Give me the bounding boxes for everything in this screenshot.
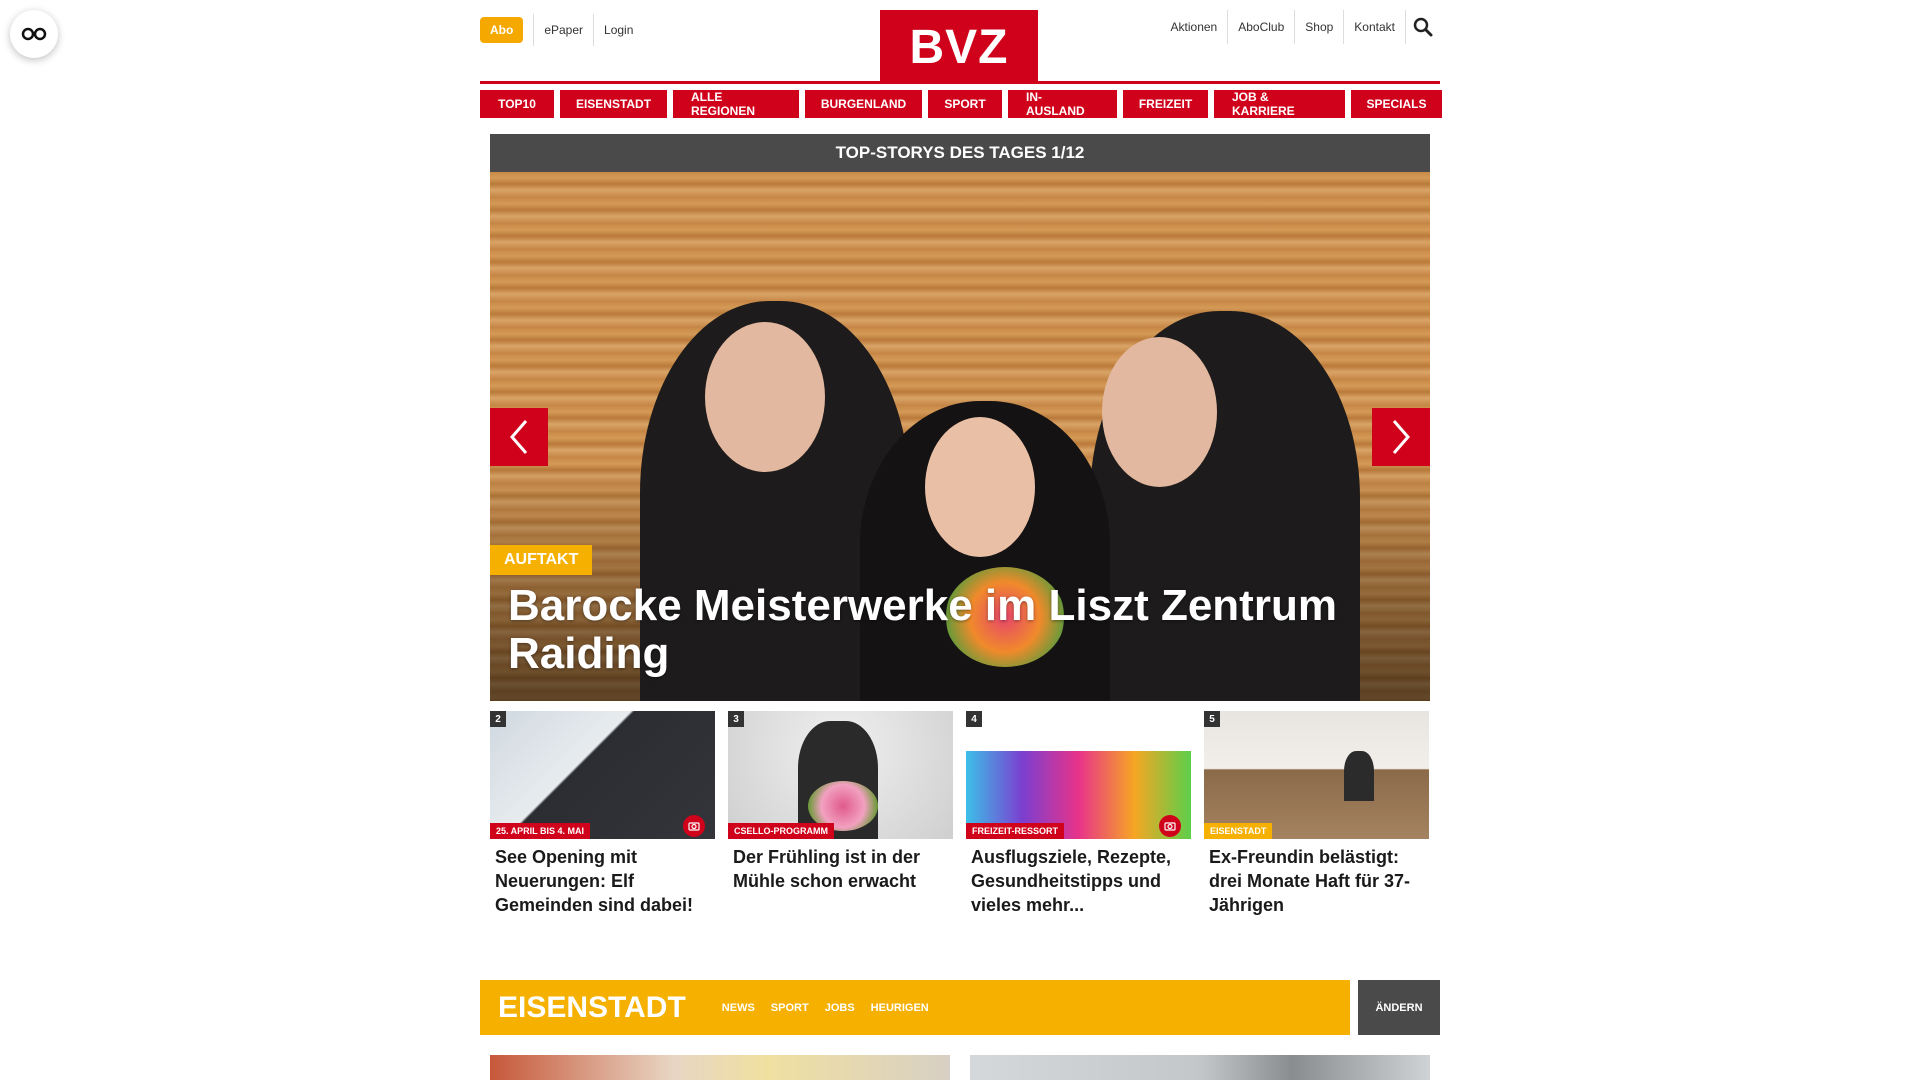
person-silhouette [1344, 751, 1374, 801]
shop-link[interactable]: Shop [1295, 10, 1345, 44]
page-container: Abo ePaper Login BVZ Aktionen AboClub Sh… [480, 0, 1442, 1080]
teaser-card[interactable]: 2 25. APRIL BIS 4. MAI See Opening mit N… [490, 711, 715, 917]
slider-heading: TOP-STORYS DES TAGES 1/12 [490, 134, 1430, 172]
person-face-right [1102, 337, 1217, 487]
chevron-left-icon [510, 420, 528, 454]
aktionen-link[interactable]: Aktionen [1161, 10, 1229, 44]
teaser-rank: 2 [490, 711, 506, 727]
teaser-card[interactable]: 3 CSELLO-PROGRAMM Der Frühling ist in de… [728, 711, 953, 917]
hero-image[interactable]: AUFTAKT Barocke Meisterwerke im Liszt Ze… [490, 172, 1430, 701]
camera-icon [1164, 822, 1176, 831]
top-stories-slider: TOP-STORYS DES TAGES 1/12 AUFTAKT Barock… [490, 134, 1430, 701]
teaser-image: 2 25. APRIL BIS 4. MAI [490, 711, 715, 839]
story-teasers: 2 25. APRIL BIS 4. MAI See Opening mit N… [490, 711, 1430, 917]
reader-mode-button[interactable] [10, 10, 58, 58]
teaser-rank: 5 [1204, 711, 1220, 727]
region-link-sport[interactable]: SPORT [771, 1002, 809, 1014]
teaser-image: 3 CSELLO-PROGRAMM [728, 711, 953, 839]
person-face-left [705, 322, 825, 472]
nav-item-in-ausland[interactable]: IN-AUSLAND [1008, 90, 1117, 118]
nav-item-top10[interactable]: TOP10 [480, 90, 554, 118]
teaser-badge: FREIZEIT-RESSORT [966, 823, 1065, 839]
region-section-bar: EISENSTADT NEWS SPORT JOBS HEURIGEN ÄNDE… [480, 980, 1440, 1035]
main-nav: TOP10 EISENSTADT ALLE REGIONEN BURGENLAN… [480, 90, 1442, 118]
teaser-title[interactable]: See Opening mit Neuerungen: Elf Gemeinde… [490, 839, 715, 917]
slider-next-button[interactable] [1372, 408, 1430, 466]
teaser-card[interactable]: 4 FREIZEIT-RESSORT Ausflugsziele, Rezept… [966, 711, 1191, 917]
hero-headline[interactable]: Barocke Meisterwerke im Liszt Zentrum Ra… [508, 582, 1388, 678]
top-right-links: Aktionen AboClub Shop Kontakt [1161, 10, 1440, 44]
region-header: EISENSTADT NEWS SPORT JOBS HEURIGEN [480, 980, 1350, 1035]
teaser-title[interactable]: Der Frühling ist in der Mühle schon erwa… [728, 839, 953, 893]
change-region-button[interactable]: ÄNDERN [1358, 980, 1440, 1035]
gallery-badge [1159, 815, 1181, 837]
nav-item-sport[interactable]: SPORT [928, 90, 1002, 118]
camera-icon [688, 822, 700, 831]
region-story-image[interactable] [490, 1055, 950, 1080]
nav-item-eisenstadt[interactable]: EISENSTADT [560, 90, 667, 118]
nav-item-specials[interactable]: SPECIALS [1351, 90, 1442, 118]
teaser-image: 5 EISENSTADT [1204, 711, 1429, 839]
site-header: Abo ePaper Login BVZ Aktionen AboClub Sh… [480, 0, 1440, 84]
nav-item-job-karriere[interactable]: JOB & KARRIERE [1214, 90, 1345, 118]
image-sky [966, 711, 1191, 751]
teaser-badge: EISENSTADT [1204, 823, 1273, 839]
search-icon [1413, 17, 1433, 37]
person-face-center [925, 417, 1035, 557]
hero-kicker: AUFTAKT [490, 545, 593, 575]
teaser-rank: 3 [728, 711, 744, 727]
kontakt-link[interactable]: Kontakt [1344, 10, 1406, 44]
teaser-badge: CSELLO-PROGRAMM [728, 823, 834, 839]
abo-button[interactable]: Abo [480, 17, 524, 43]
search-button[interactable] [1406, 10, 1440, 44]
teaser-badge: 25. APRIL BIS 4. MAI [490, 823, 591, 839]
teaser-image: 4 FREIZEIT-RESSORT [966, 711, 1191, 839]
teaser-card[interactable]: 5 EISENSTADT Ex-Freundin belästigt: drei… [1204, 711, 1429, 917]
epaper-link[interactable]: ePaper [533, 14, 593, 46]
aboclub-link[interactable]: AboClub [1228, 10, 1296, 44]
top-left-links: Abo ePaper Login [480, 14, 643, 46]
site-logo[interactable]: BVZ [880, 10, 1038, 84]
teaser-rank: 4 [966, 711, 982, 727]
nav-item-alle-regionen[interactable]: ALLE REGIONEN [673, 90, 799, 118]
teaser-title[interactable]: Ex-Freundin belästigt: drei Monate Haft … [1204, 839, 1429, 917]
region-story-image[interactable] [970, 1055, 1430, 1080]
glasses-icon [21, 27, 47, 41]
region-link-jobs[interactable]: JOBS [825, 1002, 855, 1014]
chevron-right-icon [1392, 420, 1410, 454]
region-link-news[interactable]: NEWS [722, 1002, 755, 1014]
nav-item-freizeit[interactable]: FREIZEIT [1123, 90, 1208, 118]
slider-prev-button[interactable] [490, 408, 548, 466]
teaser-title[interactable]: Ausflugsziele, Rezepte, Gesundheitstipps… [966, 839, 1191, 917]
region-title[interactable]: EISENSTADT [480, 991, 686, 1025]
nav-item-burgenland[interactable]: BURGENLAND [805, 90, 922, 118]
login-link[interactable]: Login [593, 14, 643, 46]
region-link-heurigen[interactable]: HEURIGEN [871, 1002, 929, 1014]
gallery-badge [683, 815, 705, 837]
